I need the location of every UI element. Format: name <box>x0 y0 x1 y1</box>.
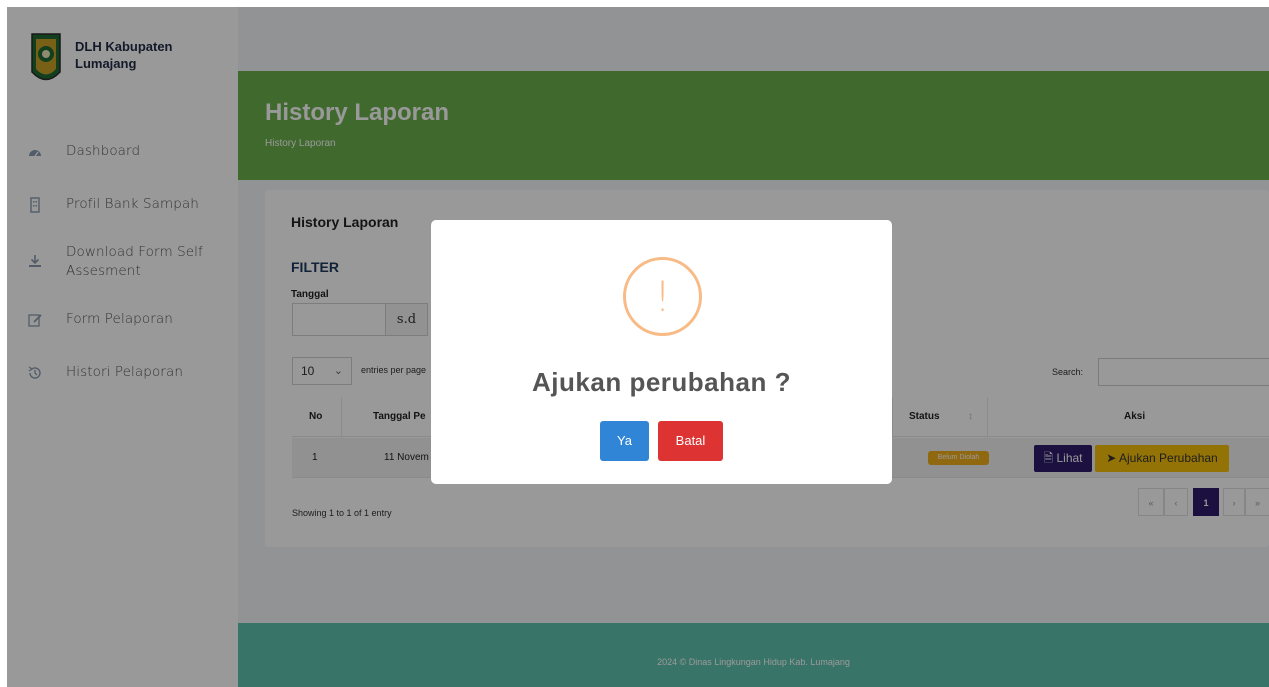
warning-glyph: ! <box>654 272 671 321</box>
cancel-button[interactable]: Batal <box>658 421 723 461</box>
confirm-button[interactable]: Ya <box>600 421 649 461</box>
confirm-dialog: ! Ajukan perubahan ? Ya Batal <box>431 220 892 484</box>
dialog-title: Ajukan perubahan ? <box>532 367 791 397</box>
app-window: DLH Kabupaten Lumajang Dashboard Profil … <box>7 7 1269 687</box>
warning-icon: ! <box>623 257 702 336</box>
